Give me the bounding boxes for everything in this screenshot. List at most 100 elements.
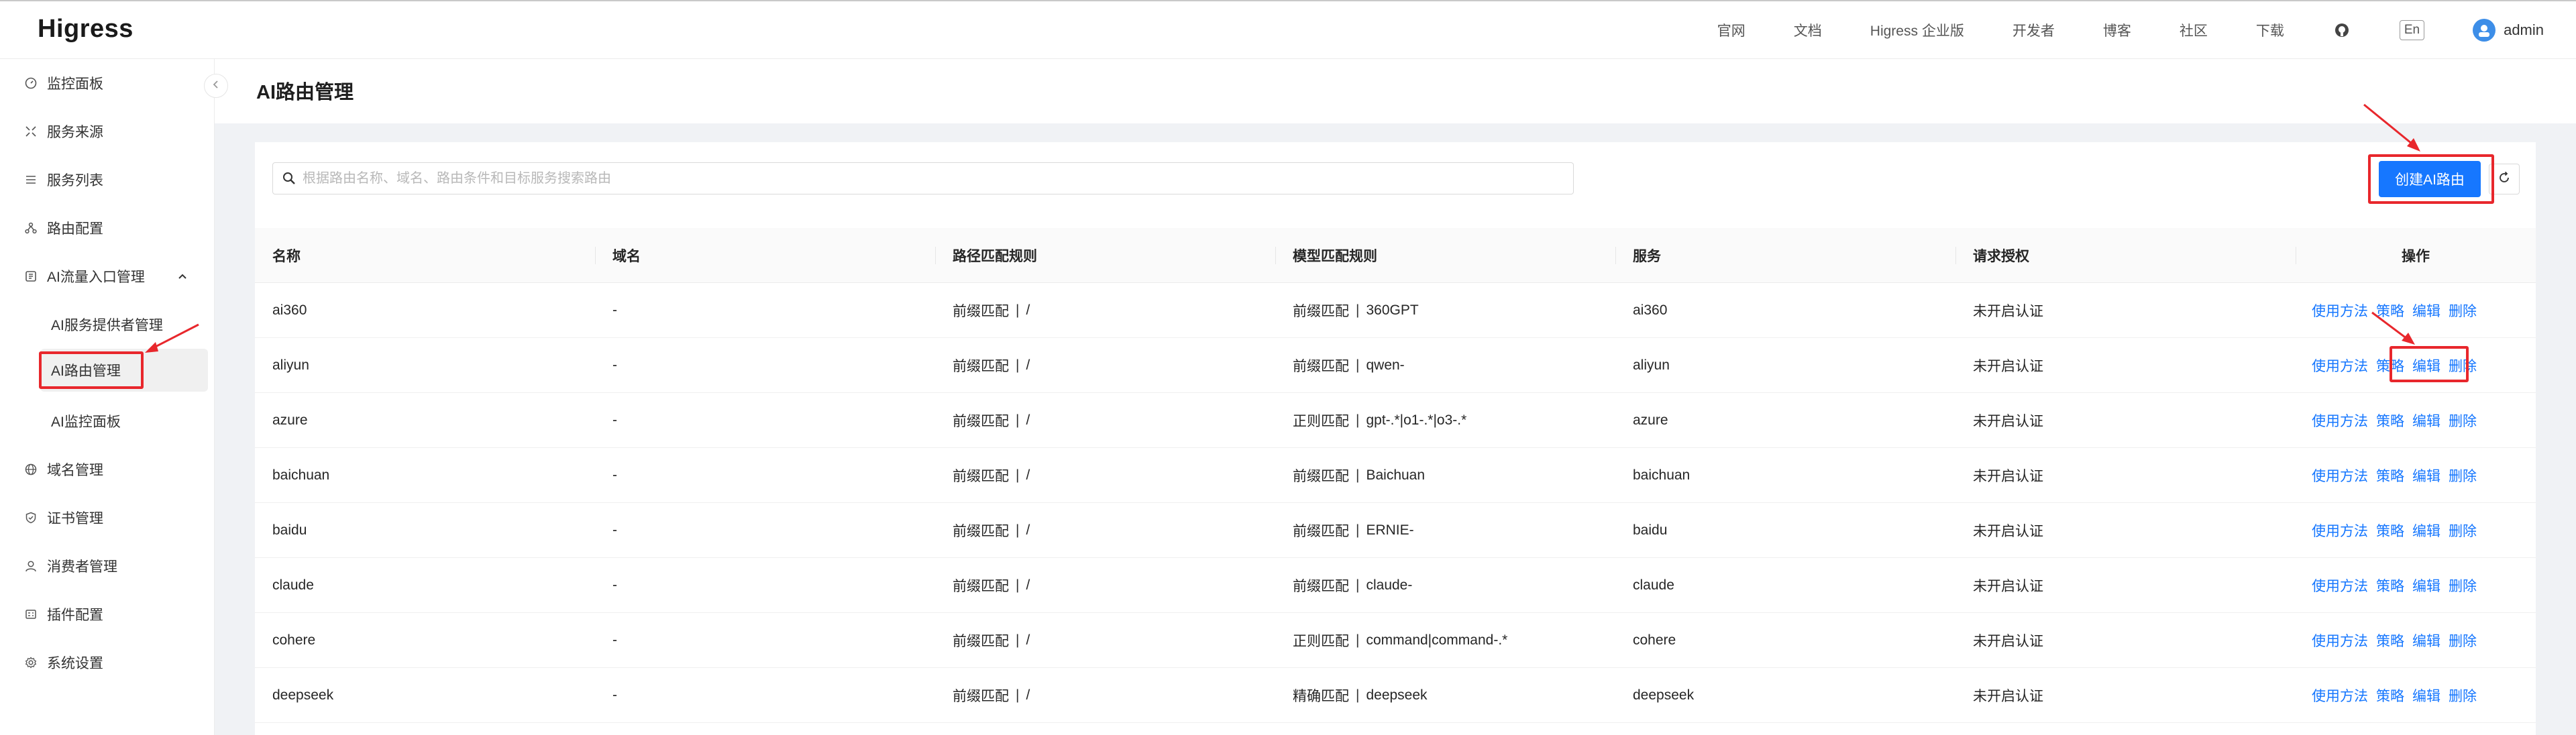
- table-row: claude - 前缀匹配 | / 前缀匹配 | claude-claude 未开启认证 使用方法…: [255, 558, 2536, 613]
- separator: |: [1016, 632, 1020, 648]
- create-ai-route-button[interactable]: 创建AI路由: [2379, 161, 2481, 197]
- cell-service: baidu: [1633, 522, 1668, 538]
- sidebar-item-certificate[interactable]: 证书管理: [0, 494, 215, 542]
- edit-link[interactable]: 编辑: [2412, 410, 2440, 431]
- cell-model-rule: 前缀匹配 | Baichuan: [1275, 448, 1615, 502]
- path-match-type: 前缀匹配: [953, 578, 1009, 594]
- strategy-link[interactable]: 策略: [2376, 520, 2404, 541]
- usage-link[interactable]: 使用方法: [2312, 685, 2368, 705]
- strategy-link[interactable]: 策略: [2376, 630, 2404, 651]
- sidebar-item-monitor[interactable]: 监控面板: [0, 59, 215, 107]
- delete-link[interactable]: 删除: [2449, 630, 2477, 651]
- separator: |: [1016, 357, 1020, 373]
- cell-domain: -: [612, 357, 617, 373]
- nav-blog[interactable]: 博客: [2103, 20, 2131, 40]
- model-match-value: 360GPT: [1366, 302, 1419, 318]
- sidebar-item-ai-traffic[interactable]: AI流量入口管理: [0, 252, 215, 300]
- path-match-type: 前缀匹配: [953, 633, 1009, 649]
- sidebar-item-label: 插件配置: [47, 608, 103, 623]
- model-match-type: 正则匹配: [1293, 633, 1349, 649]
- model-match-value: gpt-.*|o1-.*|o3-.*: [1366, 412, 1467, 428]
- page-header: AI路由管理: [215, 59, 2576, 123]
- nav-official-site[interactable]: 官网: [1717, 20, 1746, 40]
- username: admin: [2504, 21, 2544, 38]
- search-box: [272, 162, 1574, 194]
- cell-model-rule: 前缀匹配 | qwen-: [1275, 338, 1615, 392]
- model-match-type: 前缀匹配: [1293, 358, 1349, 374]
- annotation-arrow-row: [2371, 311, 2415, 345]
- avatar: [2473, 19, 2496, 42]
- usage-link[interactable]: 使用方法: [2312, 355, 2368, 376]
- strategy-link[interactable]: 策略: [2376, 685, 2404, 705]
- usage-link[interactable]: 使用方法: [2312, 300, 2368, 321]
- separator: |: [1356, 577, 1360, 593]
- refresh-button[interactable]: [2489, 164, 2520, 194]
- sidebar-item-consumer[interactable]: 消费者管理: [0, 542, 215, 590]
- higress-logo[interactable]: Higress: [38, 12, 133, 46]
- table-header: 名称 域名 路径匹配规则 模型匹配规则 服务 请求授权 操作: [255, 228, 2536, 283]
- path-match-type: 前缀匹配: [953, 523, 1009, 539]
- nav-docs[interactable]: 文档: [1794, 20, 1822, 40]
- edit-link[interactable]: 编辑: [2412, 520, 2440, 541]
- usage-link[interactable]: 使用方法: [2312, 410, 2368, 431]
- nav-community[interactable]: 社区: [2180, 20, 2208, 40]
- usage-link[interactable]: 使用方法: [2312, 465, 2368, 486]
- delete-link[interactable]: 删除: [2449, 355, 2477, 376]
- sidebar-item-service-source[interactable]: 服务来源: [0, 107, 215, 156]
- nav-download[interactable]: 下载: [2256, 20, 2284, 40]
- usage-link[interactable]: 使用方法: [2312, 630, 2368, 651]
- strategy-link[interactable]: 策略: [2376, 410, 2404, 431]
- cell-domain: -: [612, 522, 617, 538]
- nav-developer[interactable]: 开发者: [2012, 20, 2055, 40]
- edit-link[interactable]: 编辑: [2412, 355, 2440, 376]
- cell-name: cohere: [272, 632, 316, 648]
- usage-link[interactable]: 使用方法: [2312, 520, 2368, 541]
- user-icon: [23, 558, 39, 574]
- separator: |: [1356, 467, 1360, 483]
- sidebar-item-route-config[interactable]: 路由配置: [0, 204, 215, 252]
- delete-link[interactable]: 删除: [2449, 520, 2477, 541]
- edit-link[interactable]: 编辑: [2412, 685, 2440, 705]
- sidebar-item-label: 服务列表: [47, 173, 103, 188]
- sidebar-item-service-list[interactable]: 服务列表: [0, 156, 215, 204]
- edit-link[interactable]: 编辑: [2412, 575, 2440, 596]
- delete-link[interactable]: 删除: [2449, 300, 2477, 321]
- separator: |: [1016, 522, 1020, 538]
- separator: |: [1356, 302, 1360, 318]
- sidebar-item-plugin[interactable]: 插件配置: [0, 590, 215, 638]
- path-match-type: 前缀匹配: [953, 468, 1009, 484]
- sidebar-item-domain[interactable]: 域名管理: [0, 445, 215, 494]
- strategy-link[interactable]: 策略: [2376, 355, 2404, 376]
- edit-link[interactable]: 编辑: [2412, 630, 2440, 651]
- model-match-value: claude-: [1366, 577, 1413, 593]
- model-match-value: command|command-.*: [1366, 632, 1508, 648]
- strategy-link[interactable]: 策略: [2376, 465, 2404, 486]
- sidebar-item-ai-monitor[interactable]: AI监控面板: [0, 397, 215, 445]
- path-match-value: /: [1026, 577, 1030, 593]
- col-service: 服务: [1615, 228, 1955, 282]
- strategy-link[interactable]: 策略: [2376, 575, 2404, 596]
- delete-link[interactable]: 删除: [2449, 685, 2477, 705]
- delete-link[interactable]: 删除: [2449, 410, 2477, 431]
- usage-link[interactable]: 使用方法: [2312, 575, 2368, 596]
- github-icon[interactable]: [2332, 21, 2351, 40]
- sidebar-item-settings[interactable]: 系统设置: [0, 638, 215, 687]
- globe-icon: [23, 461, 39, 477]
- cell-name: deepseek: [272, 687, 334, 703]
- sidebar-collapse-button[interactable]: [204, 74, 228, 98]
- separator: |: [1016, 412, 1020, 428]
- nav-enterprise[interactable]: Higress 企业版: [1870, 20, 1964, 40]
- cell-service: ai360: [1633, 302, 1668, 318]
- separator: |: [1016, 302, 1020, 318]
- search-input[interactable]: [303, 170, 1573, 186]
- route-panel: 创建AI路由 名称 域名 路径匹配规则 模型匹配规则 服务 请求授权 操作 ai…: [255, 142, 2536, 735]
- plugin-icon: [23, 606, 39, 622]
- sidebar-item-label: AI流量入口管理: [47, 270, 145, 285]
- delete-link[interactable]: 删除: [2449, 575, 2477, 596]
- language-toggle[interactable]: En: [2399, 20, 2425, 40]
- cell-path-rule: 前缀匹配 | /: [935, 393, 1275, 447]
- edit-link[interactable]: 编辑: [2412, 465, 2440, 486]
- route-icon: [23, 220, 39, 236]
- user-menu[interactable]: admin: [2473, 19, 2544, 42]
- delete-link[interactable]: 删除: [2449, 465, 2477, 486]
